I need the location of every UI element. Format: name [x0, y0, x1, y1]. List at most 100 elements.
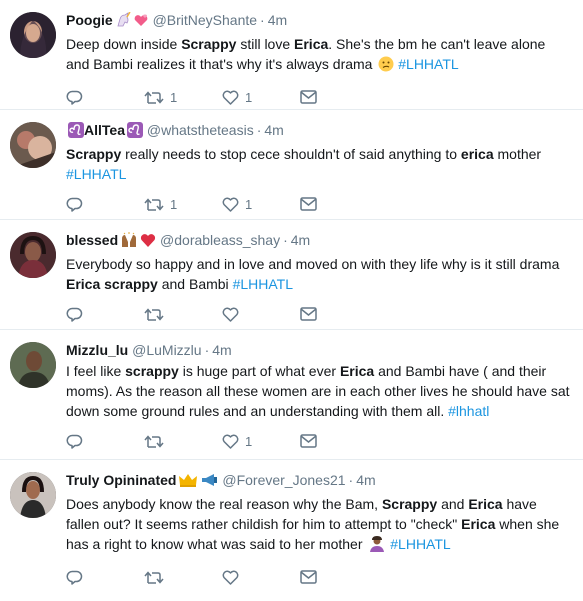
hashtag-link[interactable]: #LHHATL [233, 276, 293, 292]
crown-icon [178, 472, 198, 493]
highlighted-keyword: Erica [461, 516, 496, 532]
hashtag-link[interactable]: #lhhatl [448, 403, 489, 419]
reply-button[interactable] [66, 90, 144, 105]
hashtag-link[interactable]: #LHHATL [390, 536, 450, 552]
text-segment: is huge part of what ever [178, 363, 340, 379]
tweet-header: Mizzlu_lu @LuMizzlu · 4m [66, 330, 571, 360]
timestamp[interactable]: 4m [212, 342, 231, 358]
retweet-count: 1 [170, 89, 178, 105]
timestamp[interactable]: 4m [291, 232, 310, 248]
timestamp[interactable]: 4m [264, 122, 283, 138]
avatar[interactable] [10, 122, 56, 168]
retweet-button[interactable] [144, 570, 222, 585]
text-segment: Everybody so happy and in love and moved… [66, 256, 560, 272]
tweet-text: I feel like scrappy is huge part of what… [66, 361, 571, 421]
display-name[interactable]: Poogie [66, 12, 113, 28]
like-button[interactable] [222, 307, 300, 322]
like-button[interactable]: 1 [222, 90, 300, 105]
timestamp[interactable]: 4m [356, 472, 375, 488]
envelope-icon [300, 197, 317, 211]
text-segment: really needs to stop cece shouldn't of s… [121, 146, 461, 162]
tweet-actions: 1 1 [66, 186, 571, 222]
direct-message-button[interactable] [300, 570, 330, 584]
highlighted-keyword: Scrappy [381, 496, 438, 512]
megaphone-icon [200, 472, 218, 493]
retweet-count: 1 [170, 196, 178, 212]
envelope-icon [300, 434, 317, 448]
text-segment: and [437, 496, 469, 512]
reply-button[interactable] [66, 434, 144, 449]
heart-icon [222, 434, 239, 449]
confused-face-icon [378, 56, 394, 77]
avatar[interactable] [10, 342, 56, 388]
tweet-feed: Poogie @BritNeyShante · 4m Deep down insid… [0, 0, 583, 596]
display-name[interactable]: blessed [66, 232, 118, 248]
avatar[interactable] [10, 232, 56, 278]
retweet-button[interactable] [144, 434, 222, 449]
avatar[interactable] [10, 12, 56, 58]
highlighted-keyword: Erica [66, 276, 101, 292]
tweet[interactable]: blessed @dorableass_shay · 4m Everybody so… [0, 220, 583, 330]
display-name[interactable]: Truly Opininated [66, 472, 176, 488]
two-hearts-icon [133, 12, 149, 33]
tweet[interactable]: Truly Opininated @Forever_Jones21 · 4m Doe… [0, 460, 583, 596]
heart-icon [222, 90, 239, 105]
tweet-text: Scrappy really needs to stop cece should… [66, 144, 571, 184]
person-gesturing-icon [368, 536, 386, 557]
leo-icon [126, 122, 143, 143]
reply-icon [66, 90, 83, 105]
text-segment: mother [493, 146, 542, 162]
hashtag-link[interactable]: #LHHATL [398, 56, 458, 72]
reply-button[interactable] [66, 197, 144, 212]
direct-message-button[interactable] [300, 434, 330, 448]
retweet-button[interactable]: 1 [144, 90, 222, 105]
user-handle[interactable]: @dorableass_shay [160, 232, 280, 248]
highlighted-keyword: Scrappy [66, 146, 122, 162]
retweet-icon [144, 197, 164, 212]
text-segment: Does anybody know the real reason why th… [66, 496, 382, 512]
separator-dot: · [283, 232, 288, 248]
retweet-button[interactable]: 1 [144, 197, 222, 212]
highlighted-keyword: Erica [468, 496, 503, 512]
heart-icon [222, 570, 239, 585]
tweet-text: Does anybody know the real reason why th… [66, 494, 571, 557]
tweet-actions [66, 296, 571, 332]
tweet-actions [66, 559, 571, 595]
timestamp[interactable]: 4m [268, 12, 287, 28]
retweet-icon [144, 90, 164, 105]
retweet-icon [144, 307, 164, 322]
tweet-header: AllTea @whatstheteasis · 4m [66, 110, 571, 143]
reply-button[interactable] [66, 307, 144, 322]
user-handle[interactable]: @BritNeyShante [153, 12, 257, 28]
display-name[interactable]: AllTea [84, 122, 125, 138]
tweet[interactable]: Poogie @BritNeyShante · 4m Deep down insid… [0, 0, 583, 110]
heart-icon [222, 197, 239, 212]
user-handle[interactable]: @Forever_Jones21 [222, 472, 345, 488]
text-segment: and Bambi [157, 276, 233, 292]
user-handle[interactable]: @whatstheteasis [147, 122, 254, 138]
hashtag-link[interactable]: #LHHATL [66, 166, 126, 182]
display-name[interactable]: Mizzlu_lu [66, 342, 128, 358]
avatar[interactable] [10, 472, 56, 518]
like-button[interactable]: 1 [222, 434, 300, 449]
highlighted-keyword: scrappy [125, 363, 179, 379]
direct-message-button[interactable] [300, 197, 330, 211]
user-handle[interactable]: @LuMizzlu [132, 342, 201, 358]
tweet[interactable]: AllTea @whatstheteasis · 4m Scrappy really… [0, 110, 583, 220]
tweet[interactable]: Mizzlu_lu @LuMizzlu · 4m I feel like scrap… [0, 330, 583, 460]
highlighted-keyword: erica [460, 146, 494, 162]
separator-dot: · [204, 342, 210, 358]
retweet-button[interactable] [144, 307, 222, 322]
like-button[interactable]: 1 [222, 197, 300, 212]
raising-hands-icon [120, 232, 138, 253]
reply-button[interactable] [66, 570, 144, 585]
separator-dot: · [348, 472, 354, 488]
direct-message-button[interactable] [300, 90, 330, 104]
red-heart-icon [140, 232, 156, 253]
tweet-text: Everybody so happy and in love and moved… [66, 254, 571, 294]
reply-icon [66, 197, 83, 212]
tweet-header: blessed @dorableass_shay · 4m [66, 220, 571, 253]
retweet-icon [144, 434, 164, 449]
direct-message-button[interactable] [300, 307, 330, 321]
like-button[interactable] [222, 570, 300, 585]
